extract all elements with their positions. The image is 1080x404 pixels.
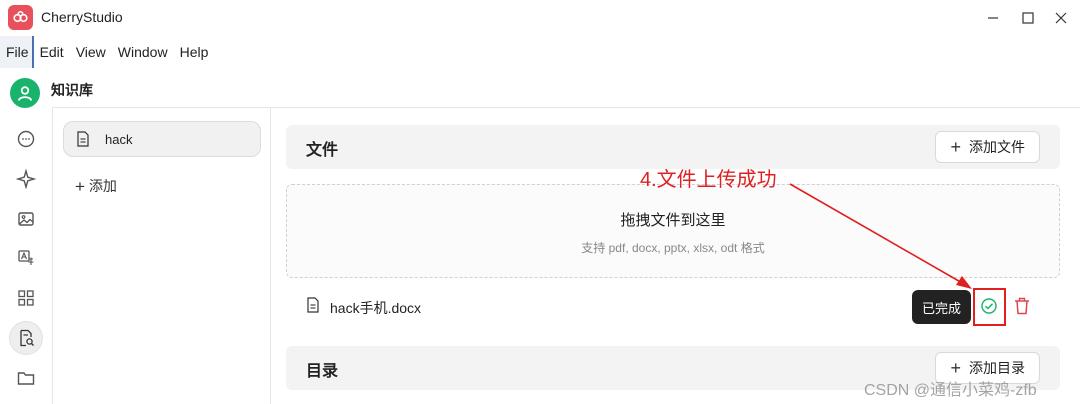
dropzone-subtitle: 支持 pdf, docx, pptx, xlsx, odt 格式 bbox=[581, 241, 765, 255]
minimize-icon[interactable] bbox=[981, 6, 1005, 30]
delete-icon[interactable] bbox=[1013, 296, 1031, 316]
menu-file[interactable]: File bbox=[0, 36, 34, 68]
user-avatar[interactable] bbox=[10, 78, 40, 108]
image-icon[interactable] bbox=[14, 207, 38, 231]
watermark: CSDN @通信小菜鸡-zfb bbox=[864, 382, 1037, 399]
directory-section-title: 目录 bbox=[306, 363, 339, 380]
translate-icon[interactable] bbox=[14, 246, 38, 270]
knowledge-sidebar: hack + 添加 bbox=[52, 108, 271, 404]
main-content: 文件 + 添加文件 拖拽文件到这里 支持 pdf, docx, pptx, xl… bbox=[272, 108, 1080, 404]
file-document-icon bbox=[306, 297, 320, 316]
menu-help[interactable]: Help bbox=[174, 36, 215, 68]
sidebar-item-label: hack bbox=[105, 132, 133, 147]
plus-icon: + bbox=[950, 358, 961, 378]
menu-edit[interactable]: Edit bbox=[34, 36, 70, 68]
plus-icon: + bbox=[75, 176, 85, 196]
maximize-icon[interactable] bbox=[1016, 6, 1040, 30]
annotation-highlight-box bbox=[973, 288, 1006, 326]
page-title: 知识库 bbox=[51, 82, 93, 98]
annotation-text: 4.文件上传成功 bbox=[640, 169, 777, 191]
document-icon bbox=[76, 131, 90, 150]
file-dropzone[interactable]: 拖拽文件到这里 支持 pdf, docx, pptx, xlsx, odt 格式 bbox=[286, 184, 1060, 278]
file-list-item: hack手机.docx 已完成 bbox=[286, 288, 1060, 324]
app-title: CherryStudio bbox=[41, 9, 123, 25]
add-knowledge-button[interactable]: + 添加 bbox=[75, 176, 117, 196]
add-directory-label: 添加目录 bbox=[969, 360, 1025, 376]
sparkle-icon[interactable] bbox=[14, 167, 38, 191]
files-section-title: 文件 bbox=[306, 142, 339, 159]
sidebar-item-hack[interactable]: hack bbox=[63, 121, 261, 157]
menu-window[interactable]: Window bbox=[112, 36, 174, 68]
title-bar: CherryStudio bbox=[0, 0, 1080, 36]
knowledge-search-icon[interactable] bbox=[9, 321, 43, 355]
status-tooltip: 已完成 bbox=[912, 290, 972, 324]
folder-icon[interactable] bbox=[14, 366, 38, 390]
apps-grid-icon[interactable] bbox=[14, 286, 38, 310]
close-icon[interactable] bbox=[1049, 6, 1073, 30]
icon-rail bbox=[0, 118, 52, 404]
add-file-button[interactable]: + 添加文件 bbox=[935, 131, 1040, 163]
add-knowledge-label: 添加 bbox=[88, 178, 117, 194]
chat-bubble-icon[interactable] bbox=[14, 127, 38, 151]
menu-view[interactable]: View bbox=[70, 36, 112, 68]
menu-bar: File Edit View Window Help bbox=[0, 36, 1080, 68]
user-icon bbox=[17, 86, 33, 101]
dropzone-title: 拖拽文件到这里 bbox=[620, 212, 726, 229]
plus-icon: + bbox=[950, 137, 961, 157]
file-name: hack手机.docx bbox=[330, 300, 422, 316]
app-logo-icon bbox=[8, 5, 33, 30]
add-file-label: 添加文件 bbox=[969, 139, 1025, 155]
